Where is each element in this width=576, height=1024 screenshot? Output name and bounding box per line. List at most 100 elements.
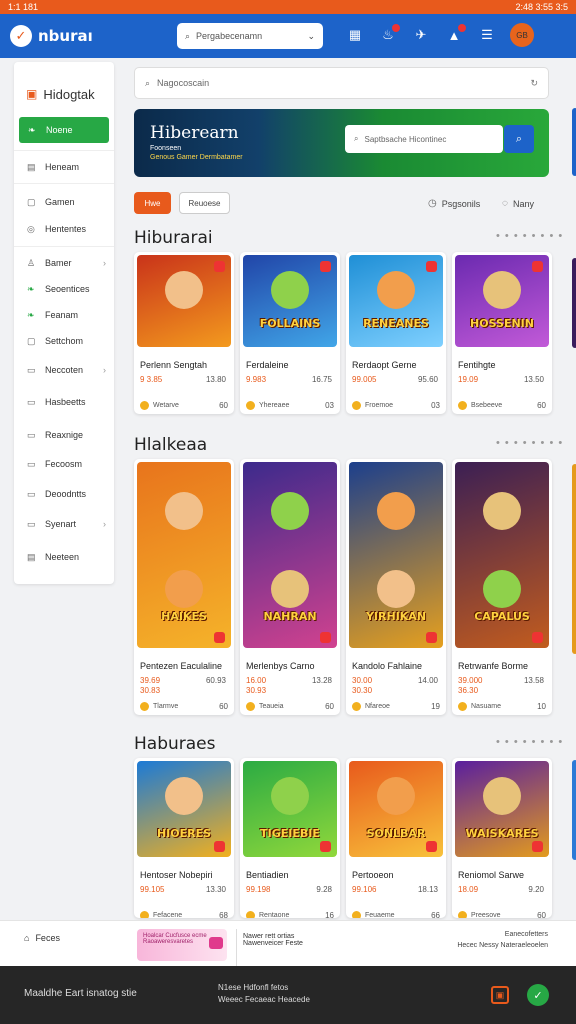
game-thumbnail[interactable]: SONLBAR <box>349 761 443 857</box>
sidebar-item-6[interactable]: ❧ Seoentices <box>14 278 114 300</box>
banner-search-button[interactable]: ⌕ <box>504 125 534 153</box>
game-thumbnail[interactable]: HOSSENIN <box>455 255 549 347</box>
sidebar-item-home[interactable]: ❧ Noene <box>19 117 109 143</box>
refresh-icon[interactable]: ↻ <box>530 78 538 89</box>
doc-icon: ▭ <box>27 396 36 407</box>
game-price: 18.09 <box>458 885 479 894</box>
avatar[interactable]: GB <box>510 23 534 47</box>
game-logo-text: SONLBAR <box>366 827 426 840</box>
sidebar-item-8[interactable]: ▢ Settchom <box>14 330 114 352</box>
sidebar-item-7[interactable]: ❧ Feanam <box>14 304 114 326</box>
promo-banner[interactable]: Hoalcar Cucfusce ecme Raoaweresvaretes <box>137 929 227 961</box>
game-card-tag: Feuaeme <box>365 912 395 918</box>
game-card-footer: Fefacene 68 <box>140 911 228 918</box>
chevron-right-icon: › <box>103 258 106 268</box>
game-card[interactable]: WAISKARES Reniomol Sarwe 18.09 9.20 Preesove… <box>452 758 552 918</box>
bell-icon[interactable]: ♨ <box>378 23 400 47</box>
sidebar-brand-label: Hidogtak <box>43 86 95 102</box>
game-thumbnail[interactable]: TIGEIEBIE <box>243 761 337 857</box>
badge-icon <box>320 261 331 272</box>
badge-icon <box>320 841 331 852</box>
footer-home-link[interactable]: ⌂ Feces <box>24 933 60 943</box>
game-card[interactable]: FOLLAINS Ferdaleine 9.983 16.75 Yhereaee 03 <box>240 252 340 414</box>
game-card-tag: Froemoe <box>365 402 394 409</box>
app-logo[interactable]: ✓ nburaı <box>10 25 93 47</box>
game-thumbnail[interactable]: WAISKARES <box>455 761 549 857</box>
more-dots-icon[interactable]: • • • • • • • • <box>496 230 563 242</box>
chevron-down-icon[interactable]: ⌄ <box>307 31 315 42</box>
game-card[interactable]: YIRHIKAN Kandolo Fahlaine 30.00 14.00 30.30 N… <box>346 459 446 715</box>
sidebar-item-3[interactable]: ▢ Gamen <box>14 191 114 213</box>
box-icon: ▢ <box>27 335 36 346</box>
user-icon[interactable]: ▲ <box>444 23 466 47</box>
filter-chip[interactable]: Reuoese <box>179 192 230 214</box>
banner-tagline: Genous Gamer Dermbatamer <box>150 154 243 161</box>
game-thumbnail[interactable]: HAIKES <box>137 462 231 648</box>
game-stat: 95.60 <box>417 375 438 384</box>
sidebar-item-10[interactable]: ▭ Hasbeetts <box>14 391 114 413</box>
coin-icon <box>352 911 361 918</box>
game-stat: 13.58 <box>523 676 544 685</box>
sidebar-item-2[interactable]: ▤ Heneam <box>14 156 114 178</box>
game-logo-text: HAIKES <box>161 610 207 623</box>
megaphone-icon[interactable]: ✈ <box>411 23 431 47</box>
game-card-footer: Tlarmve 60 <box>140 702 228 711</box>
game-stat: 13.50 <box>523 375 544 384</box>
check-icon[interactable]: ✓ <box>527 984 549 1006</box>
badge-icon <box>532 261 543 272</box>
info-line-2: Nawenveicer Feste <box>243 940 303 947</box>
game-card[interactable]: HIOERES Hentoser Nobepiri 99.105 13.30 Fefac… <box>134 758 234 918</box>
circle-icon: ◎ <box>27 223 35 234</box>
menu-icon[interactable]: ☰ <box>477 23 497 47</box>
game-price: 9.983 <box>246 375 267 384</box>
game-thumbnail[interactable]: RENEANES <box>349 255 443 347</box>
more-dots-icon[interactable]: • • • • • • • • <box>496 437 563 449</box>
game-card[interactable]: CAPALUS Retrwanfe Borme 39.000 13.58 36.30 Na… <box>452 459 552 715</box>
game-thumbnail[interactable]: FOLLAINS <box>243 255 337 347</box>
sidebar-item-14[interactable]: ▭ Syenart › <box>14 513 114 535</box>
filter-chip-active[interactable]: Hwe <box>134 192 171 214</box>
game-card[interactable]: TIGEIEBIE Bentiadien 99.198 9.28 Rentaone 16 <box>240 758 340 918</box>
game-card[interactable]: HOSSENIN Fentihgte 19.09 13.50 Bsebeeve 60 <box>452 252 552 414</box>
game-card-tag: Nasuame <box>471 703 501 710</box>
game-card-footer: Nasuame 10 <box>458 702 546 711</box>
banner-search-input[interactable]: ⌕ Saptbsache Hicontinec <box>345 125 503 153</box>
game-thumbnail[interactable] <box>137 255 231 347</box>
window-icon[interactable]: ▣ <box>491 986 509 1004</box>
game-card-count: 60 <box>219 401 228 410</box>
game-card[interactable]: HAIKES Pentezen Eaculaline 39.69 60.93 30.83… <box>134 459 234 715</box>
game-card[interactable]: RENEANES Rerdaopt Gerne 99.005 95.60 Froemoe… <box>346 252 446 414</box>
game-thumbnail[interactable]: YIRHIKAN <box>349 462 443 648</box>
main-search-input[interactable]: ⌕ Nagocoscain ↻ <box>134 67 549 99</box>
sidebar-item-11[interactable]: ▭ Reaxnige <box>14 424 114 446</box>
more-dots-icon[interactable]: • • • • • • • • <box>496 736 563 748</box>
sidebar-item-13[interactable]: ▭ Deoodntts <box>14 483 114 505</box>
top-search-input[interactable]: ⌕ Pergabecenamn ⌄ <box>177 23 323 49</box>
sidebar-item-5[interactable]: ♙ Bamer › <box>14 252 114 274</box>
game-thumbnail[interactable]: NAHRAN <box>243 462 337 648</box>
game-stat: 13.30 <box>205 885 226 894</box>
game-card-count: 68 <box>219 911 228 918</box>
coin-icon <box>140 401 149 410</box>
game-card[interactable]: SONLBAR Pertooeon 99.106 18.13 Feuaeme 66 <box>346 758 446 918</box>
game-card[interactable]: Perlenn Sengtah 9 3.85 13.80 Wetarve 60 <box>134 252 234 414</box>
game-thumbnail[interactable]: CAPALUS <box>455 462 549 648</box>
promo-button[interactable] <box>209 937 223 949</box>
sidebar-item-15[interactable]: ▤ Neeteen <box>14 546 114 568</box>
sidebar-item-4[interactable]: ◎ Hententes <box>14 218 114 240</box>
grid-icon[interactable]: ▦ <box>345 23 365 47</box>
game-thumbnail[interactable]: HIOERES <box>137 761 231 857</box>
sidebar-item-12[interactable]: ▭ Fecoosm <box>14 453 114 475</box>
option-toggle-1[interactable]: ◷ Psgsonils <box>428 198 480 209</box>
bottom-bar-info: N1ese Hdfonfl fetos Weeec Fecaeac Heaced… <box>218 982 310 1006</box>
character-art <box>483 271 521 309</box>
status-time: 1:1 181 <box>8 2 39 12</box>
game-card-footer: Nfareoe 19 <box>352 702 440 711</box>
sidebar-item-9[interactable]: ▭ Neccoten › <box>14 359 114 381</box>
game-card[interactable]: NAHRAN Merlenbys Carno 16.00 13.28 30.93 Teau… <box>240 459 340 715</box>
sidebar-brand: ▣ Hidogtak <box>14 62 114 110</box>
bottom-bar-text: Maaldhe Eart isnatog stie <box>24 988 137 999</box>
option-toggle-2[interactable]: ◌ Nany <box>502 198 534 209</box>
doc-icon: ▭ <box>27 488 36 499</box>
coin-icon <box>352 702 361 711</box>
